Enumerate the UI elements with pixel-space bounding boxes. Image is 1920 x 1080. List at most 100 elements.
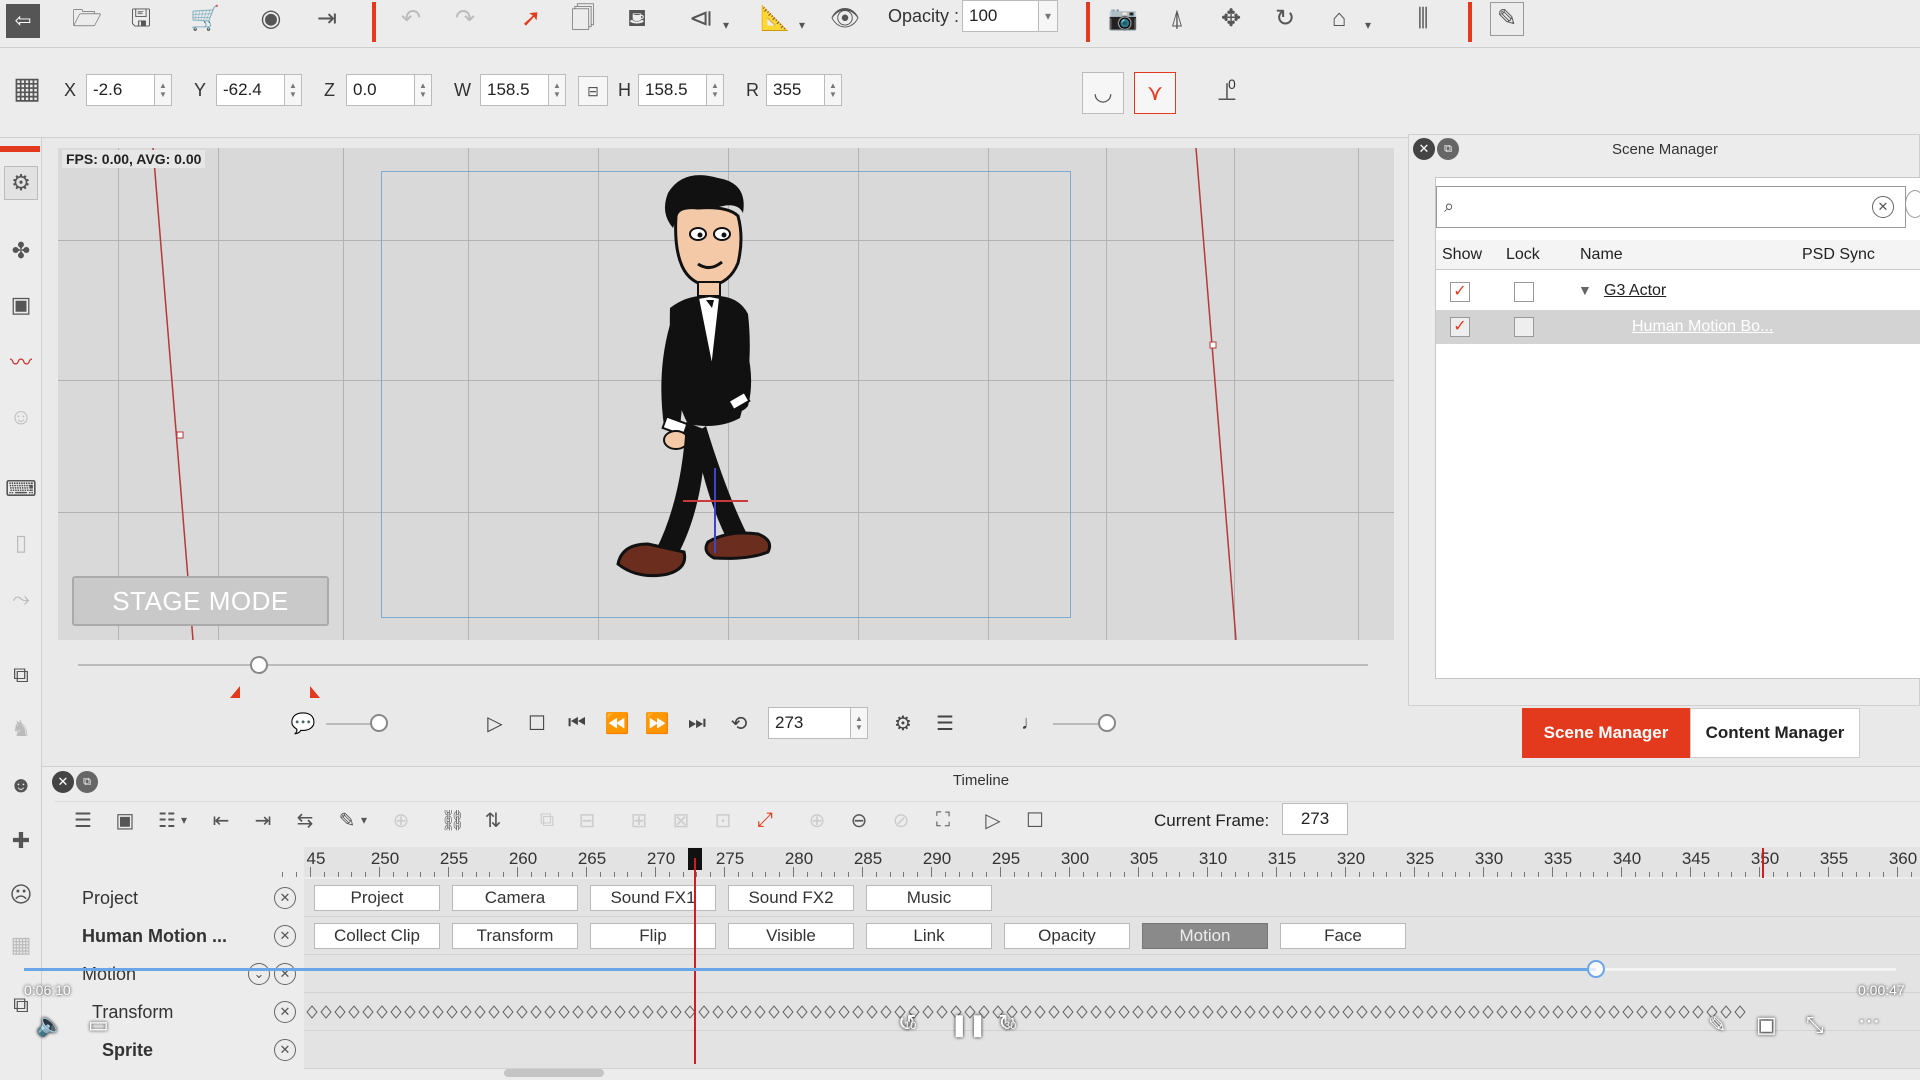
table-row[interactable]: ✓ ▼ G3 Actor [1436,274,1920,308]
keyframe-marker[interactable] [1258,1005,1270,1019]
actor-name[interactable]: G3 Actor [1604,282,1666,300]
undo-icon[interactable]: ↶ [394,2,428,36]
tree-expand-icon[interactable]: ▼ [1578,282,1592,298]
speed-slider-thumb[interactable] [370,714,388,732]
keyframe-marker[interactable] [502,1005,514,1019]
keyframe-marker[interactable] [1244,1005,1256,1019]
layers-icon[interactable]: ⧉ [4,658,38,692]
redo-icon[interactable]: ↷ [448,2,482,36]
keyframe-marker[interactable] [1524,1005,1536,1019]
keyframe-marker[interactable] [530,1005,542,1019]
back-icon[interactable]: ⇦ [6,4,40,38]
opacity-dropdown[interactable]: ▾ [1038,0,1058,32]
keyframe-marker[interactable] [1020,1005,1032,1019]
rotate-icon[interactable]: ↻ [1268,2,1302,36]
keyframe-marker[interactable] [1538,1005,1550,1019]
keyframe-marker[interactable] [1440,1005,1452,1019]
link-icon[interactable]: ⛓ [438,805,468,835]
content-manager-tab[interactable]: Content Manager [1690,708,1860,758]
list-icon[interactable]: ☰ [930,708,960,738]
track-label-actor[interactable]: Human Motion ... [42,917,304,955]
keyframe-marker[interactable] [936,1005,948,1019]
r-spinner[interactable]: ▲ ▼ [824,74,842,106]
insert-icon[interactable]: ⇥ [248,805,278,835]
keyframe-marker[interactable] [880,1005,892,1019]
volume-note-icon[interactable]: ♩ [1016,708,1046,738]
bone-editor-icon[interactable]: ⚙ [4,166,38,200]
keyframe-marker[interactable] [1398,1005,1410,1019]
channel-sound-fx2[interactable]: Sound FX2 [728,885,854,911]
curve-up-button[interactable]: ◡ [1082,72,1124,114]
timeline-play-icon[interactable]: ▷ [978,805,1008,835]
keyframe-marker[interactable] [432,1005,444,1019]
channel-transform[interactable]: Transform [452,923,578,949]
stage-mode-badge[interactable]: STAGE MODE [72,576,329,626]
play-icon[interactable]: ▷ [480,708,510,738]
keyframe-marker[interactable] [922,1005,934,1019]
flip-key-icon[interactable]: ⤢ [750,805,780,835]
keyframe-marker[interactable] [1230,1005,1242,1019]
loop-icon[interactable]: ⟲ [724,708,754,738]
body-icon[interactable]: ✚ [4,824,38,858]
disabled-tool-icon[interactable]: ⊕ [386,805,416,835]
current-frame-input[interactable]: 273 [1282,803,1348,835]
keyframe-marker[interactable] [1188,1005,1200,1019]
lock-checkbox[interactable] [1514,317,1534,337]
keyframe-marker[interactable] [656,1005,668,1019]
y-spinner[interactable]: ▲ ▼ [284,74,302,106]
keyframe-marker[interactable] [446,1005,458,1019]
channel-sound-fx1[interactable]: Sound FX1 [590,885,716,911]
paint-bucket-icon[interactable]: ⛾ [620,2,654,36]
ruler-icon[interactable]: 📐 [758,2,792,36]
audio-wave-icon[interactable]: 〰 [4,344,38,378]
keyframe-marker[interactable] [1468,1005,1480,1019]
edit-pencil-icon[interactable]: ✎ [1490,2,1524,36]
keyframe-marker[interactable] [1034,1005,1046,1019]
keyframe-marker[interactable] [404,1005,416,1019]
collect-clip-icon[interactable]: ▣ [110,805,140,835]
volume-slider-thumb[interactable] [1098,714,1116,732]
keyframe-marker[interactable] [1454,1005,1466,1019]
keyframe-marker[interactable] [1314,1005,1326,1019]
edit-key-dropdown-icon[interactable]: ▾ [356,805,372,835]
column-header-psd-sync[interactable]: PSD Sync [1802,246,1875,264]
range-slider-thumb[interactable] [250,656,268,674]
eye-icon[interactable]: 👁 [828,2,862,36]
keyframe-marker[interactable] [418,1005,430,1019]
z-input[interactable]: 0.0 [346,74,416,106]
keyframe-marker[interactable] [334,1005,346,1019]
channel-camera[interactable]: Camera [452,885,578,911]
table-row[interactable]: ✓ Human Motion Bo... [1436,310,1920,344]
track-label-project[interactable]: Project [42,879,304,917]
first-frame-icon[interactable]: ⏮ [562,708,592,738]
keyframe-marker[interactable] [1636,1005,1648,1019]
clear-search-icon[interactable]: ✕ [1872,196,1894,218]
keyframe-marker[interactable] [1160,1005,1172,1019]
keyframe-marker[interactable] [670,1005,682,1019]
keyframe-marker[interactable] [1608,1005,1620,1019]
stop-icon[interactable]: ☐ [522,708,552,738]
zoom-out-icon[interactable]: ⊖ [844,805,874,835]
keyframe-marker[interactable] [376,1005,388,1019]
keyframe-marker[interactable] [516,1005,528,1019]
keyframe-marker[interactable] [712,1005,724,1019]
sort-icon[interactable]: ⇅ [478,805,508,835]
camera-icon[interactable]: 📷 [1106,2,1140,36]
link-wh-button[interactable]: ⊟ [578,76,608,106]
keyframe-marker[interactable] [306,1005,318,1019]
keyframe-marker[interactable] [1482,1005,1494,1019]
keyframe-marker[interactable] [1272,1005,1284,1019]
head-icon[interactable]: ☻ [4,768,38,802]
keyframe-marker[interactable] [1496,1005,1508,1019]
shift-icon[interactable]: ⇆ [290,805,320,835]
opacity-input[interactable]: 100 [962,0,1042,32]
track-close-icon[interactable]: ✕ [274,1039,296,1061]
keyframe-marker[interactable] [1664,1005,1676,1019]
home-icon[interactable]: ⌂ [1322,2,1356,36]
column-header-name[interactable]: Name [1580,246,1623,264]
save-icon[interactable]: 🖫 [124,2,158,36]
frame-input[interactable]: 273 [768,707,852,739]
stage-viewport[interactable]: FPS: 0.00, AVG: 0.00 STAGE MODE [58,148,1394,640]
keyframe-marker[interactable] [1384,1005,1396,1019]
keyframe-marker[interactable] [698,1005,710,1019]
